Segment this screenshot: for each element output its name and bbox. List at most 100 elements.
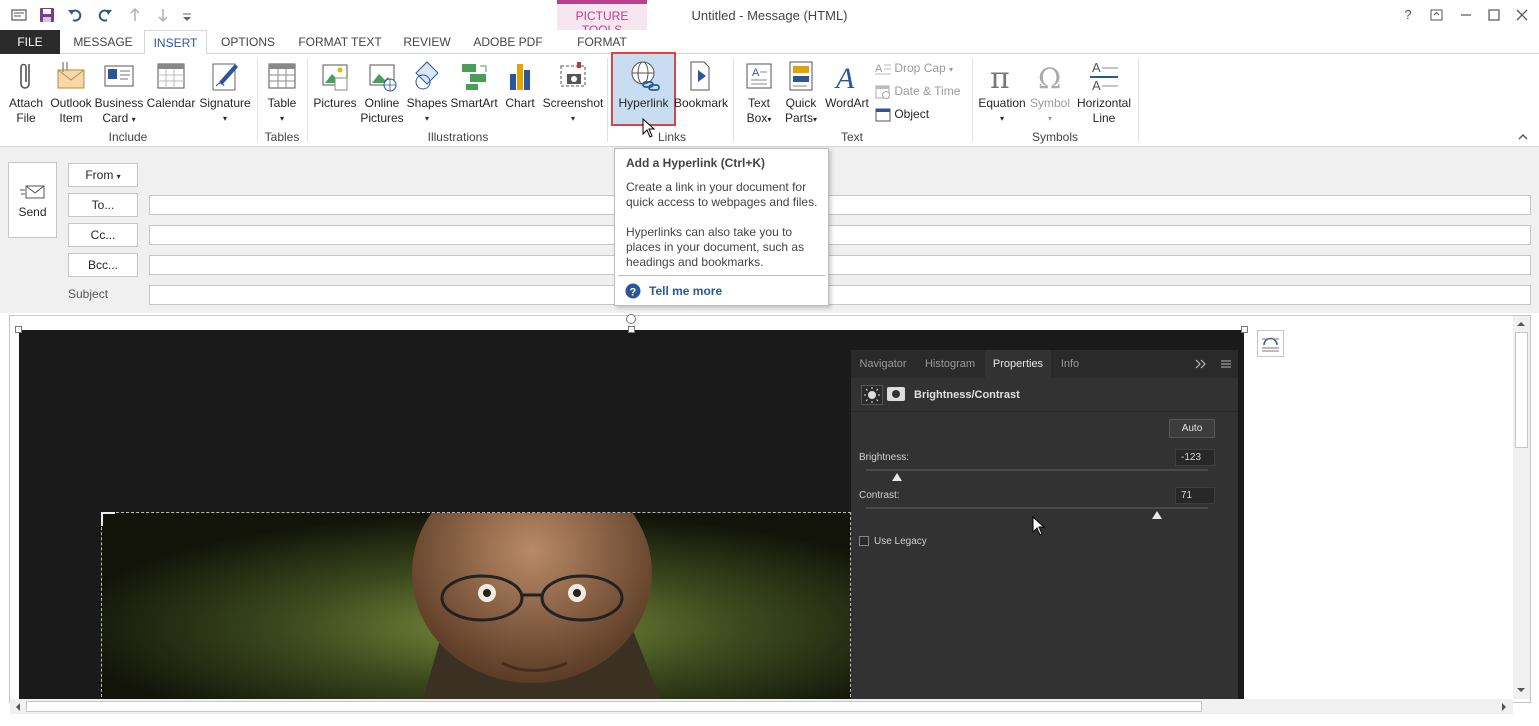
table-button[interactable]: Table ▾ [262, 58, 302, 126]
panel-menu-icon[interactable] [1220, 359, 1232, 369]
tab-properties[interactable]: Properties [985, 350, 1051, 378]
layer-mask-icon[interactable] [887, 387, 905, 401]
bcc-button[interactable]: Bcc... [68, 253, 138, 277]
paperclip-icon [10, 58, 42, 94]
online-pictures-button[interactable]: Online Pictures [358, 58, 406, 126]
cc-button[interactable]: Cc... [68, 223, 138, 247]
subject-label: Subject [68, 287, 109, 301]
omega-icon: Ω [1034, 58, 1066, 94]
bookmark-button[interactable]: Bookmark [674, 58, 728, 111]
window-title: Untitled - Message (HTML) [691, 8, 848, 23]
portrait-photo [101, 512, 851, 702]
cc-field[interactable] [149, 225, 1531, 245]
tab-review[interactable]: REVIEW [396, 30, 458, 54]
resize-handle[interactable] [15, 326, 22, 333]
vertical-scroll-thumb[interactable] [1515, 332, 1528, 448]
business-card-button[interactable]: Business Card ▾ [94, 58, 144, 127]
tooltip-title: Add a Hyperlink (Ctrl+K) [626, 156, 766, 170]
send-button[interactable]: Send [8, 162, 57, 238]
panel-expand-icon[interactable] [1195, 359, 1207, 369]
tab-options[interactable]: OPTIONS [212, 30, 284, 54]
quick-parts-button[interactable]: Quick Parts▾ [780, 58, 822, 127]
outlook-compose-window: Untitled - Message (HTML) ? PICTURE TOOL… [0, 0, 1539, 726]
hyperlink-globe-icon [628, 58, 660, 94]
horizontal-scrollbar[interactable] [10, 699, 1513, 714]
screenshot-button[interactable]: Screenshot ▾ [542, 58, 604, 126]
contrast-slider-track[interactable] [866, 507, 1208, 509]
contrast-input[interactable]: 71 [1175, 487, 1215, 504]
scroll-left-icon[interactable] [14, 702, 22, 712]
scroll-down-icon[interactable] [1516, 686, 1526, 694]
layout-options-icon[interactable] [1257, 330, 1284, 357]
envelope-icon [55, 58, 87, 94]
tab-insert[interactable]: INSERT [144, 30, 207, 55]
tab-adobe-pdf[interactable]: ADOBE PDF [466, 30, 550, 54]
scroll-right-icon[interactable] [1500, 702, 1508, 712]
group-separator [607, 58, 608, 142]
contrast-label: Contrast: [859, 490, 900, 501]
table-icon [266, 58, 298, 94]
ribbon-tab-row: FILE MESSAGE INSERT OPTIONS FORMAT TEXT … [0, 30, 1539, 55]
tab-message[interactable]: MESSAGE [64, 30, 142, 54]
horizontal-scroll-thumb[interactable] [26, 701, 1202, 712]
adjustment-title: Brightness/Contrast [914, 389, 1020, 401]
equation-button[interactable]: π Equation ▾ [976, 58, 1028, 126]
scroll-up-icon[interactable] [1516, 320, 1526, 328]
illustrations-group-label: Illustrations [427, 130, 489, 144]
subject-field[interactable] [149, 285, 1531, 305]
use-legacy-checkbox[interactable] [859, 536, 869, 546]
bcc-field[interactable] [149, 255, 1531, 275]
brightness-input[interactable]: -123 [1175, 449, 1215, 466]
shapes-button[interactable]: Shapes ▾ [406, 58, 448, 126]
calendar-button[interactable]: Calendar [145, 58, 197, 111]
signature-button[interactable]: Signature ▾ [198, 58, 252, 126]
brightness-sun-icon[interactable] [861, 385, 883, 405]
drop-cap-button[interactable]: A Drop Cap ▾ [875, 60, 953, 78]
brightness-slider-thumb[interactable] [891, 473, 902, 481]
panel-tabs: Navigator Histogram Properties Info [851, 350, 1238, 378]
group-separator [307, 58, 308, 142]
symbol-button[interactable]: Ω Symbol ▾ [1028, 58, 1072, 126]
horizontal-line-button[interactable]: AA Horizontal Line [1074, 58, 1134, 126]
outlook-item-button[interactable]: Outlook Item [48, 58, 94, 126]
wordart-button[interactable]: A WordArt [822, 58, 872, 111]
close-icon[interactable] [1511, 5, 1533, 25]
resize-handle[interactable] [628, 326, 635, 333]
ribbon-display-icon[interactable] [1425, 5, 1447, 25]
help-icon[interactable]: ? [1397, 5, 1419, 25]
tab-format-text[interactable]: FORMAT TEXT [290, 30, 390, 54]
tab-format[interactable]: FORMAT [557, 30, 647, 54]
brightness-slider-track[interactable] [866, 469, 1208, 471]
from-button[interactable]: From ▾ [68, 163, 138, 187]
tooltip-description: Create a link in your document for quick… [626, 180, 818, 209]
online-picture-icon [366, 58, 398, 94]
date-time-button[interactable]: Date & Time [875, 83, 960, 99]
title-bar: Untitled - Message (HTML) ? [0, 0, 1539, 30]
minimize-icon[interactable] [1455, 5, 1477, 25]
tab-info[interactable]: Info [1053, 350, 1087, 378]
rotate-handle-icon[interactable] [626, 314, 636, 324]
svg-text:A: A [834, 62, 855, 94]
pictures-button[interactable]: Pictures [312, 58, 358, 111]
tell-me-more-link[interactable]: Tell me more [649, 284, 722, 298]
crop-corner-icon[interactable] [101, 512, 115, 526]
tab-navigator[interactable]: Navigator [851, 350, 915, 378]
to-field[interactable] [149, 195, 1531, 215]
text-box-button[interactable]: A Text Box▾ [738, 58, 780, 127]
vertical-scrollbar[interactable] [1513, 316, 1530, 699]
smartart-button[interactable]: SmartArt [448, 58, 500, 111]
tab-histogram[interactable]: Histogram [917, 350, 983, 378]
group-separator [1138, 58, 1139, 142]
attach-file-button[interactable]: Attach File [4, 58, 48, 126]
drop-cap-icon: A [875, 62, 891, 76]
maximize-icon[interactable] [1483, 5, 1505, 25]
resize-handle[interactable] [1241, 326, 1248, 333]
chart-button[interactable]: Chart [500, 58, 540, 111]
contrast-slider-thumb[interactable] [1151, 511, 1162, 519]
object-button[interactable]: Object [875, 106, 929, 122]
collapse-ribbon-icon[interactable] [1517, 131, 1529, 141]
to-button[interactable]: To... [68, 193, 138, 217]
tab-file[interactable]: FILE [0, 30, 60, 54]
hyperlink-button[interactable]: Hyperlink [611, 52, 676, 126]
auto-button[interactable]: Auto [1169, 419, 1215, 438]
